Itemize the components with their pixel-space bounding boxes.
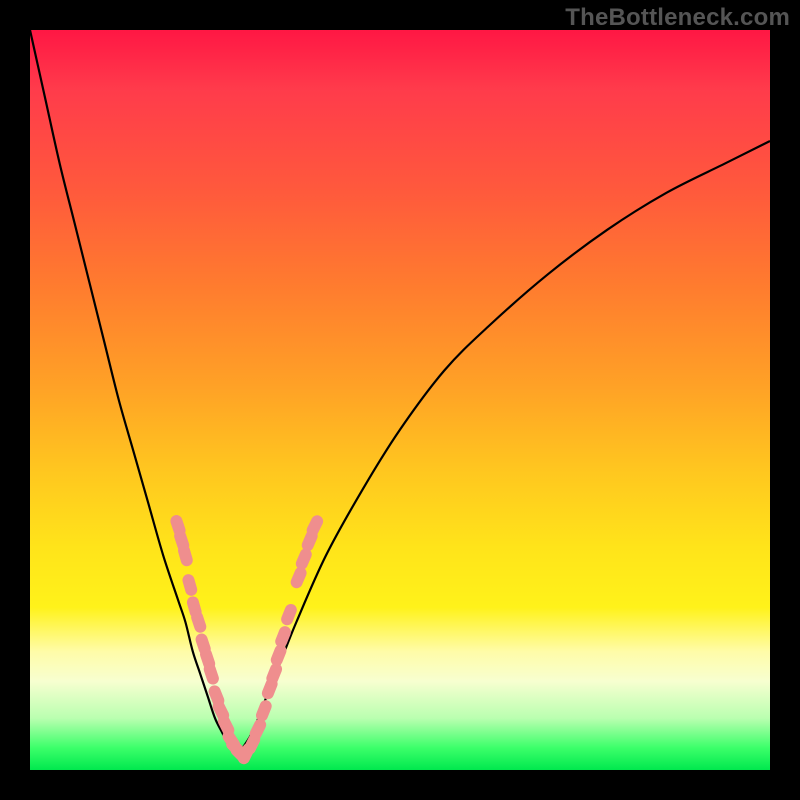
data-marker (181, 573, 199, 597)
marker-group (169, 513, 325, 766)
curve-layer (30, 30, 770, 770)
data-marker (289, 565, 309, 590)
chart-frame: TheBottleneck.com (0, 0, 800, 800)
plot-area (30, 30, 770, 770)
curve-right-branch (237, 141, 770, 755)
watermark-text: TheBottleneck.com (565, 4, 790, 32)
curve-group (30, 30, 770, 755)
